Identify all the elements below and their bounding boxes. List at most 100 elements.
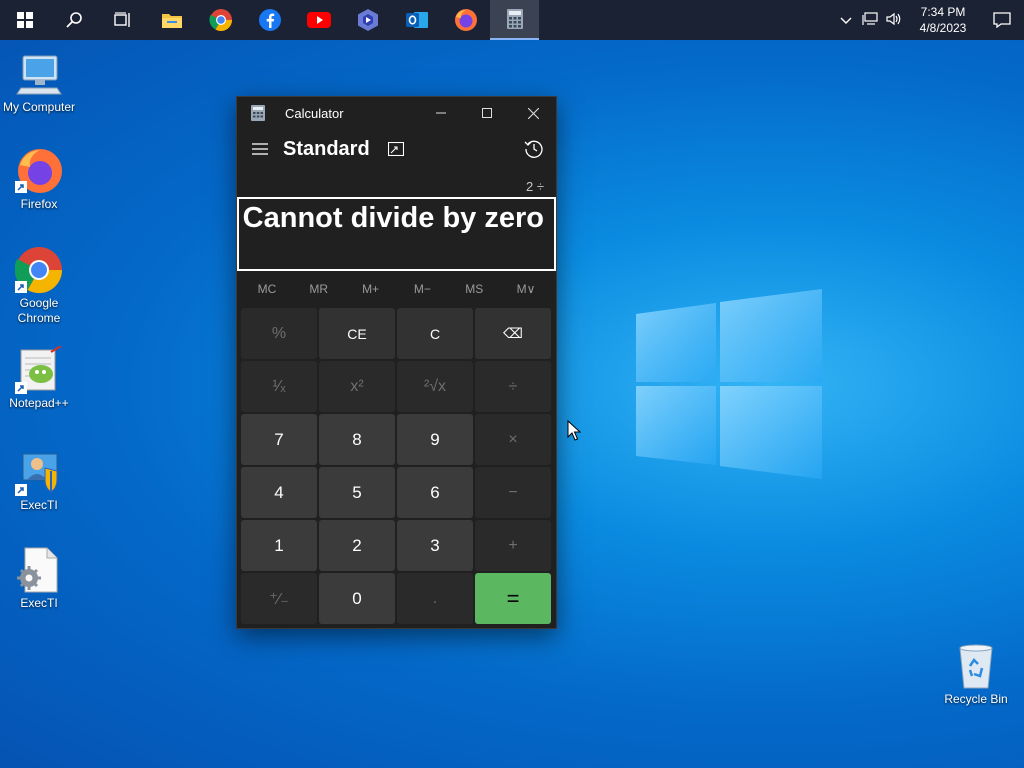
- desktop-icon-label: ExecTI: [20, 596, 58, 610]
- task-view-icon: [113, 12, 130, 27]
- start-button[interactable]: [0, 0, 49, 40]
- taskbar-youtube[interactable]: [294, 0, 343, 40]
- close-button[interactable]: [510, 97, 556, 129]
- desktop-icon-label: Firefox: [20, 197, 58, 211]
- keypad: % CE C ⌫ ¹⁄ₓ x² ²√x ÷ 7 8 9 × 4 5 6 − 1 …: [241, 308, 554, 624]
- taskbar-firefox[interactable]: [441, 0, 490, 40]
- add-button[interactable]: +: [475, 520, 551, 571]
- system-tray: 7:34 PM 4/8/2023: [834, 0, 1024, 40]
- reciprocal-button[interactable]: ¹⁄ₓ: [241, 361, 317, 412]
- desktop-icon-google-chrome[interactable]: Google Chrome: [0, 246, 78, 326]
- square-button[interactable]: x²: [319, 361, 395, 412]
- decimal-button[interactable]: .: [397, 573, 473, 624]
- desktop-icon-label: ExecTI: [20, 498, 58, 512]
- minimize-icon: [436, 112, 446, 114]
- backspace-button[interactable]: ⌫: [475, 308, 551, 359]
- memory-add-button[interactable]: M+: [345, 282, 397, 296]
- desktop-icon-recycle-bin[interactable]: Recycle Bin: [936, 642, 1016, 707]
- digit-4-button[interactable]: 4: [241, 467, 317, 518]
- firefox-icon: [15, 147, 63, 195]
- desktop-icon-execti-shortcut[interactable]: ExecTI: [0, 448, 78, 513]
- keep-on-top-icon[interactable]: [387, 142, 404, 156]
- percent-button[interactable]: %: [241, 308, 317, 359]
- desktop-icon-notepad-plus-plus[interactable]: Notepad++: [0, 345, 78, 411]
- square-root-button[interactable]: ²√x: [397, 361, 473, 412]
- result-display: Cannot divide by zero: [237, 197, 556, 271]
- chevron-up-icon[interactable]: [834, 13, 858, 28]
- digit-6-button[interactable]: 6: [397, 467, 473, 518]
- digit-5-button[interactable]: 5: [319, 467, 395, 518]
- clock-date: 4/8/2023: [919, 21, 967, 35]
- windows-wallpaper-logo: [636, 289, 822, 479]
- hamburger-icon: [252, 142, 268, 155]
- negate-button[interactable]: ⁺⁄₋: [241, 573, 317, 624]
- firefox-icon: [454, 9, 477, 31]
- maximize-button[interactable]: [464, 97, 510, 129]
- youtube-icon: [306, 12, 331, 28]
- outlook-icon: [405, 12, 428, 28]
- memory-store-button[interactable]: MS: [448, 282, 500, 296]
- task-view-button[interactable]: [98, 0, 147, 40]
- clock-time: 7:34 PM: [920, 5, 966, 19]
- taskbar: 7:34 PM 4/8/2023: [0, 0, 1024, 40]
- memory-row: MC MR M+ M− MS M∨: [237, 271, 556, 307]
- digit-8-button[interactable]: 8: [319, 414, 395, 465]
- multiply-button[interactable]: ×: [475, 414, 551, 465]
- clear-entry-button[interactable]: CE: [319, 308, 395, 359]
- clock[interactable]: 7:34 PM 4/8/2023: [906, 4, 980, 36]
- calculator-icon: [251, 105, 265, 121]
- window-title: Calculator: [285, 105, 344, 121]
- desktop-icon-label: Notepad++: [9, 396, 69, 410]
- network-icon[interactable]: [858, 11, 882, 29]
- taskbar-file-explorer[interactable]: [147, 0, 196, 40]
- search-button[interactable]: [49, 0, 98, 40]
- desktop-icon-label: Recycle Bin: [944, 692, 1008, 706]
- memory-list-button[interactable]: M∨: [500, 282, 552, 296]
- digit-1-button[interactable]: 1: [241, 520, 317, 571]
- taskbar-app-hexagon[interactable]: [343, 0, 392, 40]
- maximize-icon: [482, 108, 492, 118]
- memory-subtract-button[interactable]: M−: [396, 282, 448, 296]
- digit-7-button[interactable]: 7: [241, 414, 317, 465]
- taskbar-outlook[interactable]: [392, 0, 441, 40]
- memory-recall-button[interactable]: MR: [293, 282, 345, 296]
- mode-title: Standard: [283, 137, 370, 160]
- digit-2-button[interactable]: 2: [319, 520, 395, 571]
- calculator-window: Calculator Standard 2 ÷ Cannot divide by…: [236, 96, 557, 629]
- search-icon: [65, 12, 82, 28]
- notification-icon: [993, 12, 1011, 28]
- desktop-icon-label: Google Chrome: [17, 296, 61, 325]
- digit-0-button[interactable]: 0: [319, 573, 395, 624]
- calculator-header: Standard: [237, 129, 556, 169]
- divide-button[interactable]: ÷: [475, 361, 551, 412]
- chrome-icon: [14, 246, 63, 294]
- calculator-icon: [506, 9, 523, 29]
- computer-icon: [15, 50, 63, 98]
- close-icon: [527, 107, 539, 119]
- expression-display: 2 ÷: [526, 179, 544, 194]
- hexagon-app-icon: [357, 9, 378, 31]
- desktop-icon-firefox[interactable]: Firefox: [0, 147, 78, 212]
- navigation-menu-button[interactable]: [237, 139, 283, 160]
- volume-icon[interactable]: [882, 12, 906, 29]
- recycle-bin-icon: [952, 642, 1000, 690]
- taskbar-calculator[interactable]: [490, 0, 539, 40]
- clear-button[interactable]: C: [397, 308, 473, 359]
- equals-button[interactable]: =: [475, 573, 551, 624]
- history-icon[interactable]: [524, 139, 544, 159]
- notepad-plus-plus-icon: [15, 345, 63, 394]
- digit-9-button[interactable]: 9: [397, 414, 473, 465]
- memory-clear-button[interactable]: MC: [241, 282, 293, 296]
- desktop-icon-execti-file[interactable]: ExecTI: [0, 546, 78, 611]
- taskbar-chrome[interactable]: [196, 0, 245, 40]
- user-shield-icon: [15, 448, 63, 496]
- folder-icon: [161, 14, 182, 28]
- digit-3-button[interactable]: 3: [397, 520, 473, 571]
- title-bar[interactable]: Calculator: [237, 97, 556, 129]
- action-center-button[interactable]: [980, 0, 1024, 40]
- desktop-icon-my-computer[interactable]: My Computer: [0, 50, 78, 115]
- minimize-button[interactable]: [418, 97, 464, 129]
- taskbar-facebook[interactable]: [245, 0, 294, 40]
- facebook-icon: [258, 9, 281, 31]
- subtract-button[interactable]: −: [475, 467, 551, 518]
